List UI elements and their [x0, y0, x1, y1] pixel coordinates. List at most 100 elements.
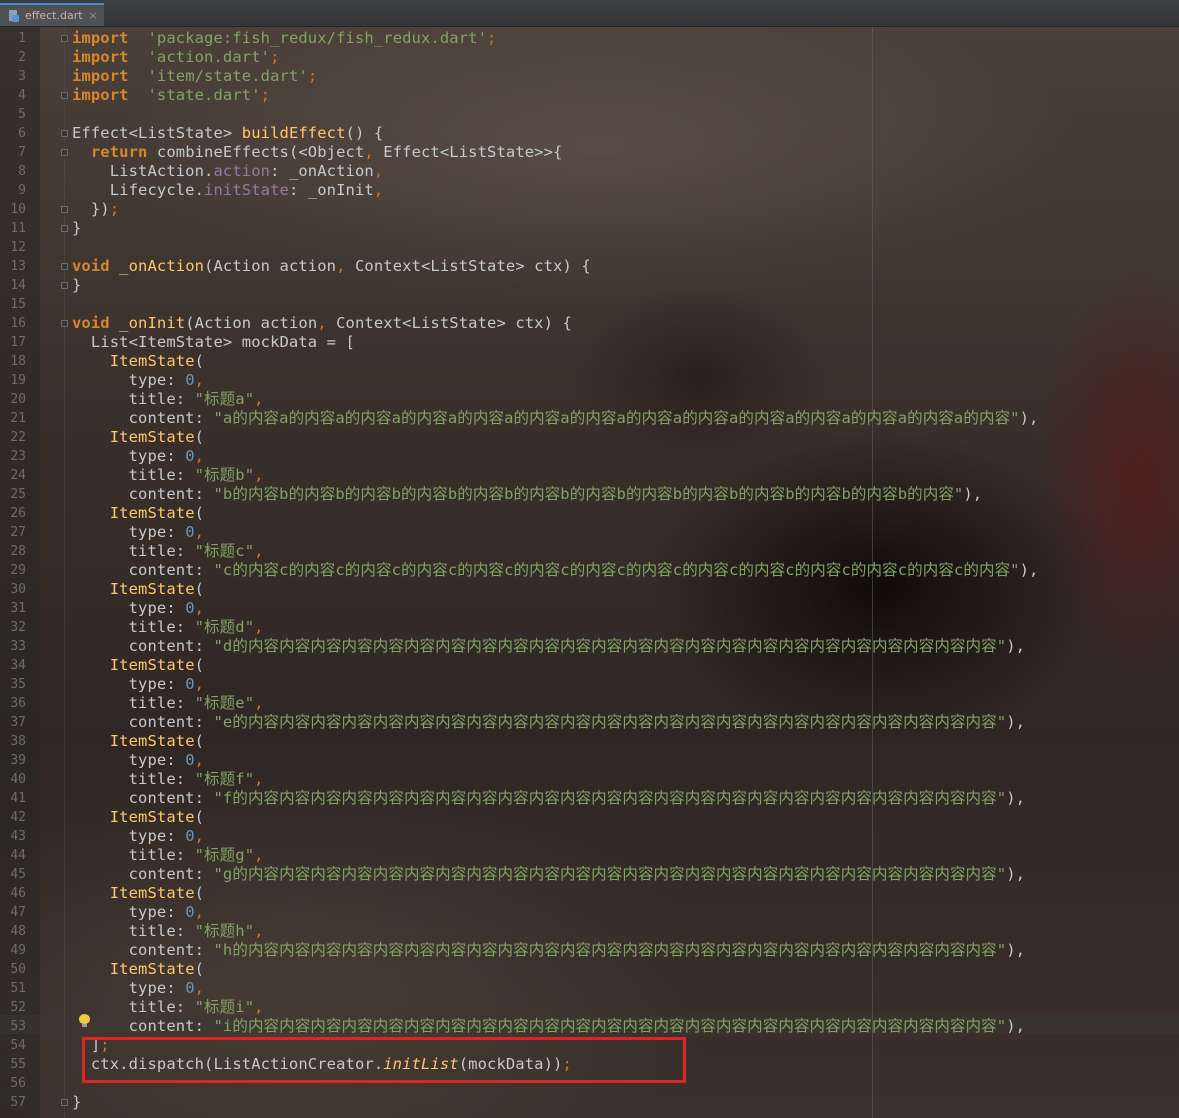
code-line[interactable]: 23 type: 0, — [0, 447, 1179, 466]
code-line[interactable]: 53 content: "i的内容内容内容内容内容内容内容内容内容内容内容内容内… — [0, 1017, 1179, 1036]
code-line[interactable]: 33 content: "d的内容内容内容内容内容内容内容内容内容内容内容内容内… — [0, 637, 1179, 656]
code-token: ( — [194, 656, 205, 674]
code-line[interactable]: 41 content: "f的内容内容内容内容内容内容内容内容内容内容内容内容内… — [0, 789, 1179, 808]
code-text: type: 0, — [72, 827, 204, 846]
code-token: , — [317, 314, 327, 332]
tab-effect-dart[interactable]: effect.dart × — [0, 3, 104, 26]
code-line[interactable]: 57} — [0, 1093, 1179, 1112]
code-line[interactable]: 42 ItemState( — [0, 808, 1179, 827]
code-token: (Action action — [185, 314, 318, 332]
code-token: ItemState — [109, 352, 195, 370]
code-line[interactable]: 46 ItemState( — [0, 884, 1179, 903]
code-line[interactable]: 1 import 'package:fish_redux/fish_redux.d… — [0, 29, 1179, 48]
code-token: : _onAction — [270, 162, 374, 180]
code-line[interactable]: 47 type: 0, — [0, 903, 1179, 922]
code-text: title: "标题e", — [72, 694, 264, 713]
code-line[interactable]: 31 type: 0, — [0, 599, 1179, 618]
code-token: , — [194, 371, 205, 389]
code-line[interactable]: 44 title: "标题g", — [0, 846, 1179, 865]
code-line[interactable]: 3 import 'item/state.dart'; — [0, 67, 1179, 86]
line-number: 57 — [10, 1095, 26, 1110]
code-line[interactable]: 32 title: "标题d", — [0, 618, 1179, 637]
code-editor[interactable]: 1 import 'package:fish_redux/fish_redux.d… — [0, 27, 1179, 1118]
code-line[interactable]: 7 return combineEffects(<Object, Effect<… — [0, 143, 1179, 162]
code-token: type: — [72, 447, 186, 465]
code-line[interactable]: 8 ListAction.action: _onAction, — [0, 162, 1179, 181]
code-line[interactable]: 24 title: "标题b", — [0, 466, 1179, 485]
code-line[interactable]: 21 content: "a的内容a的内容a的内容a的内容a的内容a的内容a的内… — [0, 409, 1179, 428]
line-number: 4 — [18, 88, 26, 103]
code-token: title: — [72, 846, 195, 864]
code-line[interactable]: 16 void _onInit(Action action, Context<Li… — [0, 314, 1179, 333]
line-number: 17 — [10, 335, 26, 350]
code-line[interactable]: 36 title: "标题e", — [0, 694, 1179, 713]
code-token: "e的内容内容内容内容内容内容内容内容内容内容内容内容内容内容内容内容内容内容内… — [213, 713, 1007, 731]
intention-bulb-icon[interactable] — [79, 1014, 90, 1028]
code-text: type: 0, — [72, 599, 204, 618]
code-token: return — [90, 143, 148, 161]
code-line[interactable]: 6 Effect<ListState> buildEffect() { — [0, 124, 1179, 143]
code-text: ItemState( — [72, 884, 204, 903]
code-text: title: "标题c", — [72, 542, 264, 561]
code-line[interactable]: 29 content: "c的内容c的内容c的内容c的内容c的内容c的内容c的内… — [0, 561, 1179, 580]
code-line[interactable]: 50 ItemState( — [0, 960, 1179, 979]
line-number: 36 — [10, 696, 26, 711]
tab-close-icon[interactable]: × — [89, 9, 98, 22]
code-text: ItemState( — [72, 656, 204, 675]
code-line[interactable]: 12 — [0, 238, 1179, 257]
code-line[interactable]: 18 ItemState( — [0, 352, 1179, 371]
code-text: content: "g的内容内容内容内容内容内容内容内容内容内容内容内容内容内容… — [72, 865, 1025, 884]
code-line[interactable]: 43 type: 0, — [0, 827, 1179, 846]
line-number: 47 — [10, 905, 26, 920]
code-line[interactable]: 52 title: "标题i", — [0, 998, 1179, 1017]
line-number: 24 — [10, 468, 26, 483]
code-line[interactable]: 2 import 'action.dart'; — [0, 48, 1179, 67]
code-line[interactable]: 26 ItemState( — [0, 504, 1179, 523]
code-line[interactable]: 51 type: 0, — [0, 979, 1179, 998]
code-line[interactable]: 30 ItemState( — [0, 580, 1179, 599]
code-line[interactable]: 14} — [0, 276, 1179, 295]
code-line[interactable]: 10 }); — [0, 200, 1179, 219]
code-token: ( — [194, 732, 205, 750]
code-token: ), — [963, 485, 983, 503]
code-line[interactable]: 15 — [0, 295, 1179, 314]
code-text: import 'state.dart'; — [72, 86, 270, 105]
code-line[interactable]: 40 title: "标题f", — [0, 770, 1179, 789]
code-token: ; — [270, 48, 280, 66]
code-token: , — [194, 523, 205, 541]
code-token: ItemState — [109, 504, 195, 522]
line-number: 43 — [10, 829, 26, 844]
code-line[interactable]: 38 ItemState( — [0, 732, 1179, 751]
code-line[interactable]: 45 content: "g的内容内容内容内容内容内容内容内容内容内容内容内容内… — [0, 865, 1179, 884]
code-text: title: "标题b", — [72, 466, 264, 485]
code-line[interactable]: 22 ItemState( — [0, 428, 1179, 447]
code-line[interactable]: 11} — [0, 219, 1179, 238]
line-number: 27 — [10, 525, 26, 540]
line-number: 54 — [10, 1038, 26, 1053]
code-line[interactable]: 19 type: 0, — [0, 371, 1179, 390]
code-line[interactable]: 39 type: 0, — [0, 751, 1179, 770]
code-line[interactable]: 5 — [0, 105, 1179, 124]
code-line[interactable]: 13 void _onAction(Action action, Context<… — [0, 257, 1179, 276]
code-line[interactable]: 37 content: "e的内容内容内容内容内容内容内容内容内容内容内容内容内… — [0, 713, 1179, 732]
line-number: 10 — [10, 202, 26, 217]
code-token: import — [72, 86, 129, 104]
code-token: , — [194, 751, 205, 769]
code-line[interactable]: 35 type: 0, — [0, 675, 1179, 694]
code-token: "i的内容内容内容内容内容内容内容内容内容内容内容内容内容内容内容内容内容内容内… — [213, 1017, 1007, 1035]
code-line[interactable]: 25 content: "b的内容b的内容b的内容b的内容b的内容b的内容b的内… — [0, 485, 1179, 504]
code-line[interactable]: 27 type: 0, — [0, 523, 1179, 542]
code-line[interactable]: 20 title: "标题a", — [0, 390, 1179, 409]
code-line[interactable]: 4 import 'state.dart'; — [0, 86, 1179, 105]
code-line[interactable]: 48 title: "标题h", — [0, 922, 1179, 941]
code-line[interactable]: 49 content: "h的内容内容内容内容内容内容内容内容内容内容内容内容内… — [0, 941, 1179, 960]
code-line[interactable]: 34 ItemState( — [0, 656, 1179, 675]
code-line[interactable]: 17 List<ItemState> mockData = [ — [0, 333, 1179, 352]
code-token: ; — [487, 29, 497, 47]
line-number: 45 — [10, 867, 26, 882]
code-line[interactable]: 28 title: "标题c", — [0, 542, 1179, 561]
code-line[interactable]: 9 Lifecycle.initState: _onInit, — [0, 181, 1179, 200]
